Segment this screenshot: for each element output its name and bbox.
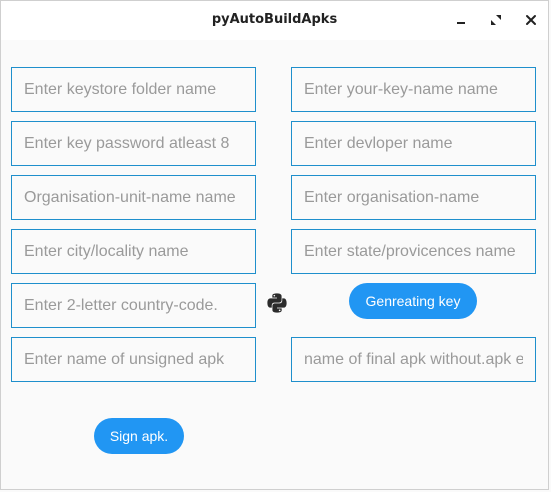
- maximize-icon: [491, 15, 501, 25]
- developer-name-input[interactable]: [291, 121, 536, 166]
- app-window: pyAutoBuildApks Genre: [0, 0, 549, 490]
- close-icon: [526, 15, 536, 25]
- python-logo-icon: [267, 293, 287, 313]
- city-input[interactable]: [11, 229, 256, 274]
- key-name-input[interactable]: [291, 67, 536, 112]
- keystore-folder-input[interactable]: [11, 67, 256, 112]
- state-input[interactable]: [291, 229, 536, 274]
- key-password-input[interactable]: [11, 121, 256, 166]
- sign-apk-button[interactable]: Sign apk.: [94, 418, 184, 454]
- generate-key-button[interactable]: Genreating key: [349, 283, 477, 319]
- organisation-unit-input[interactable]: [11, 175, 256, 220]
- final-apk-input[interactable]: [291, 337, 536, 382]
- maximize-button[interactable]: [487, 11, 505, 29]
- title-bar[interactable]: pyAutoBuildApks: [1, 1, 548, 40]
- minimize-icon: [457, 22, 465, 24]
- country-code-input[interactable]: [11, 283, 256, 328]
- organisation-name-input[interactable]: [291, 175, 536, 220]
- close-button[interactable]: [522, 11, 540, 29]
- minimize-button[interactable]: [452, 11, 470, 29]
- unsigned-apk-input[interactable]: [11, 337, 256, 382]
